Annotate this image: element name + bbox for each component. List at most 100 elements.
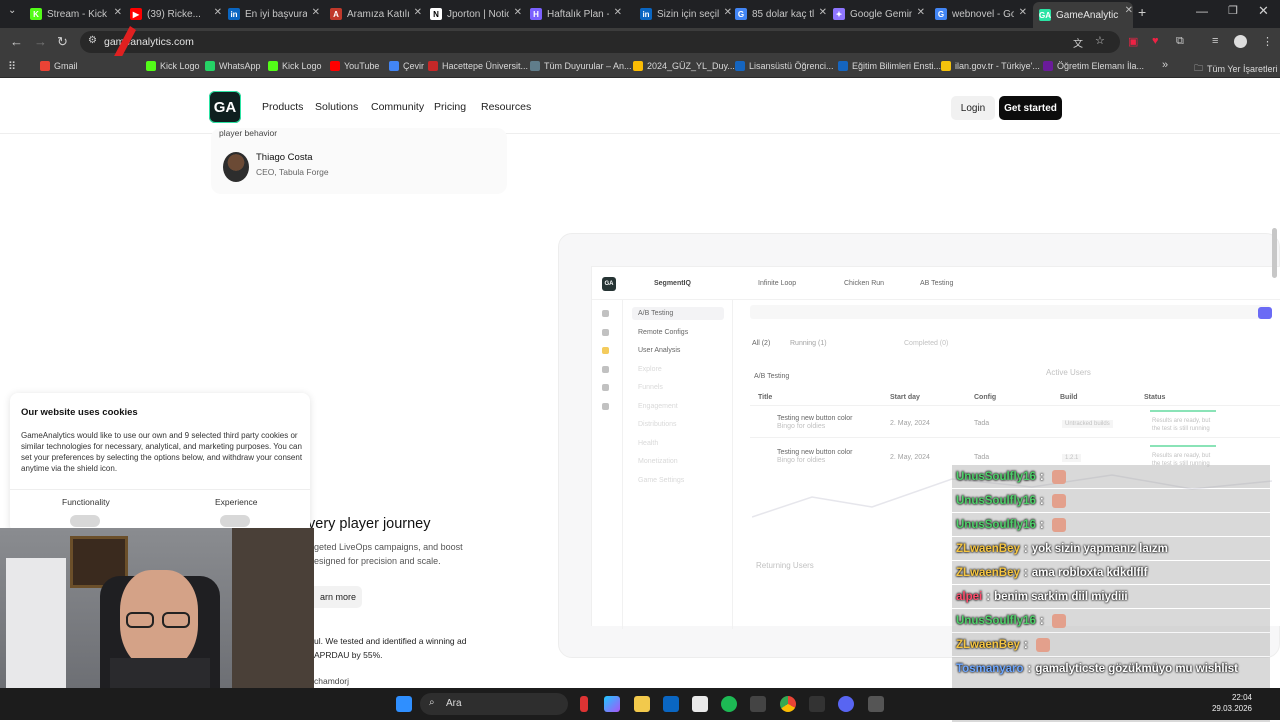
bookmark-item[interactable]: Gmail (40, 61, 78, 71)
tab-close-icon[interactable]: ✕ (514, 7, 522, 18)
tab-close-icon[interactable]: ✕ (1125, 5, 1133, 16)
taskbar-time[interactable]: 22:04 (1206, 693, 1252, 702)
extension-icon[interactable]: ▣ (1128, 35, 1138, 48)
dashboard-sidebar-item[interactable]: Game Settings (638, 477, 684, 484)
tab-search-icon[interactable]: ⌄ (8, 5, 16, 16)
steam-icon[interactable] (750, 696, 766, 712)
spotify-icon[interactable] (721, 696, 737, 712)
chat-username[interactable]: ZLwaenBey (956, 639, 1020, 651)
maximize-icon[interactable]: ❐ (1228, 4, 1238, 17)
nav-pricing[interactable]: Pricing (434, 101, 466, 113)
chat-username[interactable]: UnusSoulfly16 (956, 495, 1036, 507)
copilot-icon[interactable] (604, 696, 620, 712)
dashboard-rail-icon[interactable] (602, 384, 609, 391)
dashboard-sidebar-item[interactable]: Remote Configs (638, 329, 688, 336)
back-icon[interactable]: ← (10, 34, 23, 49)
bookmark-item[interactable]: YouTube (330, 61, 379, 71)
chat-username[interactable]: UnusSoulfly16 (956, 615, 1036, 627)
experience-toggle[interactable] (220, 515, 250, 527)
chat-username[interactable]: UnusSoulfly16 (956, 519, 1036, 531)
bookmark-item[interactable]: WhatsApp (205, 61, 261, 71)
browser-tab[interactable]: ✦ Google Gemini ✕ (833, 4, 925, 24)
nav-resources[interactable]: Resources (481, 101, 531, 113)
bookmark-item[interactable]: ilan.gov.tr - Türkiye'... (941, 61, 1040, 71)
filter-completed[interactable]: Completed (0) (904, 340, 948, 347)
get-started-button[interactable]: Get started (999, 96, 1062, 120)
dashboard-rail-icon[interactable] (602, 328, 609, 336)
dashboard-sidebar-item[interactable]: Explore (638, 366, 662, 373)
bookmark-item[interactable]: Tüm Duyurular – An... (530, 61, 632, 71)
dashboard-rail-icon[interactable] (602, 440, 609, 447)
tab-close-icon[interactable]: ✕ (312, 7, 320, 18)
all-bookmarks-folder[interactable]: 🗀 Tüm Yer İşaretleri (1194, 61, 1278, 77)
profile-avatar[interactable] (1234, 35, 1247, 48)
login-button[interactable]: Login (951, 96, 995, 120)
dashboard-tab-3[interactable]: AB Testing (920, 280, 953, 287)
tab-close-icon[interactable]: ✕ (724, 7, 732, 18)
bookmark-item[interactable]: Eğitim Bilimleri Ensti... (838, 61, 941, 71)
apps-grid-icon[interactable]: ⠿ (8, 60, 16, 73)
taskbar-search[interactable]: ⌕ Ara (420, 693, 568, 715)
dashboard-tab-2[interactable]: Chicken Run (844, 280, 884, 287)
dashboard-tab-1[interactable]: Infinite Loop (758, 280, 796, 287)
tab-close-icon[interactable]: ✕ (214, 7, 222, 18)
dashboard-add-button[interactable] (1258, 307, 1272, 319)
browser-tab[interactable]: Gwebnovel - Goo ✕ (935, 4, 1027, 24)
dashboard-rail-icon[interactable] (602, 458, 609, 465)
epic-games-icon[interactable] (809, 696, 825, 712)
app-icon-red[interactable] (580, 696, 588, 712)
browser-tab[interactable]: K Stream - Kick L ✕ (30, 4, 122, 24)
outlook-icon[interactable] (663, 696, 679, 712)
bookmark-star-icon[interactable]: ☆ (1095, 34, 1105, 47)
browser-tab[interactable]: ▶ (39) Ricke... ✕ (130, 4, 222, 24)
bookmark-item[interactable]: Hacettepe Üniversit... (428, 61, 528, 71)
dashboard-sidebar-item[interactable]: Funnels (638, 384, 663, 391)
tab-close-icon[interactable]: ✕ (614, 7, 622, 18)
windows-start-icon[interactable] (396, 696, 412, 712)
more-bookmarks-icon[interactable]: » (1162, 59, 1168, 71)
browser-tab[interactable]: H Haftalık Plan - ✕ (530, 4, 622, 24)
browser-tab[interactable]: GA GameAnalytics ✕ (1033, 2, 1133, 28)
bookmark-item[interactable]: Çevir (389, 61, 424, 71)
nav-products[interactable]: Products (262, 101, 303, 113)
functionality-toggle[interactable] (70, 515, 100, 527)
browser-tab[interactable]: G 85 dolar kaç tl ✕ (735, 4, 827, 24)
bookmark-item[interactable]: 2024_GÜZ_YL_Duy... (633, 61, 735, 71)
page-scrollbar[interactable] (1272, 228, 1277, 278)
nav-community[interactable]: Community (371, 101, 424, 113)
tab-close-icon[interactable]: ✕ (414, 7, 422, 18)
extension-icon-2[interactable]: ♥ (1152, 35, 1159, 47)
bookmark-item[interactable]: Lisansüstü Öğrenci... (735, 61, 834, 71)
extensions-puzzle-icon[interactable]: ⧉ (1176, 35, 1184, 48)
browser-tab[interactable]: N Jporton | Notion ✕ (430, 4, 522, 24)
taskbar-date[interactable]: 29.03.2026 (1206, 704, 1252, 713)
browser-tab[interactable]: in En iyi başvuran ✕ (228, 4, 320, 24)
dashboard-rail-icon[interactable] (602, 365, 609, 373)
chat-username[interactable]: ZLwaenBey (956, 543, 1020, 555)
dashboard-search-bar[interactable] (750, 305, 1270, 319)
dashboard-rail-icon[interactable] (602, 310, 609, 317)
store-icon[interactable] (692, 696, 708, 712)
bookmark-item[interactable]: Öğretim Elemanı İla... (1043, 61, 1144, 71)
nav-solutions[interactable]: Solutions (315, 101, 358, 113)
tab-close-icon[interactable]: ✕ (819, 7, 827, 18)
row1-title[interactable]: Testing new button color (777, 415, 853, 422)
bookmark-item[interactable]: Kick Logo (146, 61, 200, 71)
chat-username[interactable]: alpei (956, 591, 982, 603)
learn-more-button[interactable]: arn more (306, 586, 362, 608)
dashboard-rail-icon[interactable] (602, 421, 609, 428)
close-window-icon[interactable]: ✕ (1258, 3, 1269, 19)
forward-icon[interactable]: → (34, 34, 47, 49)
dashboard-rail-icon[interactable] (602, 477, 609, 484)
bookmark-item[interactable]: Kick Logo (268, 61, 322, 71)
discord-icon[interactable] (838, 696, 854, 712)
browser-tab[interactable]: A Aramıza Katılın ✕ (330, 4, 422, 24)
dashboard-sidebar-item[interactable]: Health (638, 440, 658, 447)
browser-tab[interactable]: in Sizin için seçile ✕ (640, 4, 732, 24)
site-info-icon[interactable]: ⚙ (88, 35, 97, 46)
new-tab-icon[interactable]: + (1138, 4, 1146, 20)
translate-icon[interactable]: 文 (1073, 35, 1083, 50)
gameanalytics-logo[interactable]: GA (209, 91, 241, 123)
chat-username[interactable]: ZLwaenBey (956, 567, 1020, 579)
chat-username[interactable]: UnusSoulfly16 (956, 471, 1036, 483)
